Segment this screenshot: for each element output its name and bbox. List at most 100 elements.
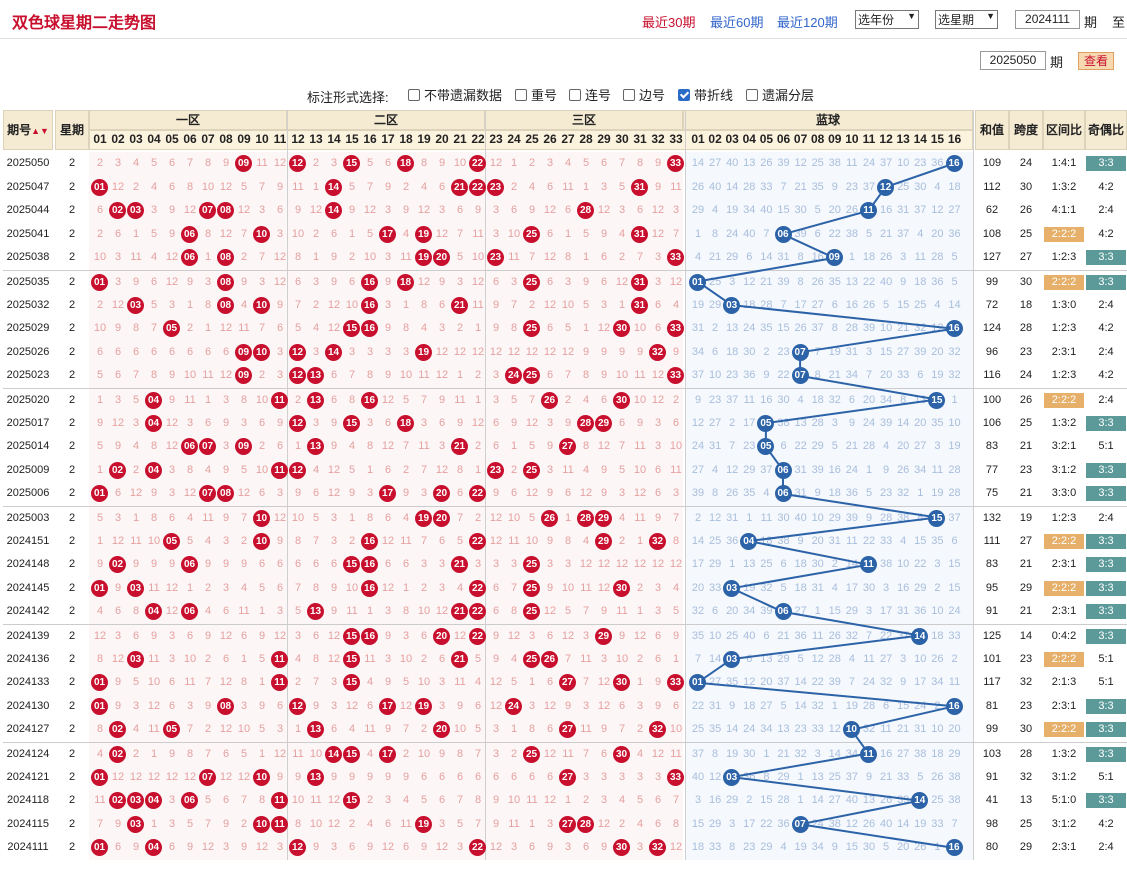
red-ball: 15 — [343, 414, 360, 432]
omission-value: 17 — [743, 817, 756, 830]
red-ball: 16 — [361, 392, 378, 409]
omission-value: 6 — [883, 699, 890, 712]
table-row[interactable]: 2024115 2 7 9 03 1 3 5 7 9 2 10 11 8 10 12 2 4 6 11 19 3 5 7 9 11… — [3, 813, 1127, 836]
omission-value: 4 — [510, 652, 518, 665]
checkbox-icon[interactable] — [746, 89, 758, 101]
red-ball: 02 — [109, 556, 126, 574]
table-row[interactable]: 2025029 2 10 9 8 7 05 2 1 12 11 7 6 5 4 12 15 16 9 8 4 3 2 1 9 8 2… — [3, 317, 1127, 340]
omission-value: 9 — [636, 416, 644, 429]
table-row[interactable]: 2024151 2 1 12 11 10 05 5 4 3 2 10 9 8 7 3 2 16 12 11 7 6 5 22 1… — [3, 530, 1127, 553]
table-row[interactable]: 2025006 2 01 6 12 9 3 12 07 08 12 6 3 9 6 12 9 3 17 9 3 20 6 22… — [3, 482, 1127, 505]
table-row[interactable]: 2025032 2 2 12 03 5 3 1 8 08 4 10 9 7 2 12 10 16 3 1 8 6 21 11 9… — [3, 294, 1127, 317]
red-ball: 21 — [451, 296, 468, 314]
col-issue-header[interactable]: 期号▲▼ — [3, 110, 53, 150]
red-ball: 08 — [217, 485, 234, 503]
checkbox-icon[interactable] — [569, 89, 581, 101]
omission-value: 8 — [294, 251, 302, 264]
table-row[interactable]: 2025017 2 9 12 3 04 12 3 6 9 3 6 9 12 3 9 15 3 6 18 3 6 9 12 6 9 1… — [3, 412, 1127, 435]
omission-value: 10 — [931, 605, 944, 618]
period-label: 期 — [1084, 15, 1098, 30]
zone-ratio-badge: 2:2:2 — [1044, 651, 1084, 667]
omission-value: 6 — [366, 699, 374, 712]
omission-value: 10 — [708, 369, 722, 382]
end-issue-input[interactable]: 2025050 — [980, 51, 1046, 70]
omission-value: 39 — [862, 322, 876, 335]
table-row[interactable]: 2025047 2 01 12 2 4 6 8 10 12 5 7 9 11 1 14 5 7 9 2 4 6 21 22 23… — [3, 176, 1127, 199]
option-edge[interactable]: 边号 — [623, 85, 665, 104]
red-number-header: 02 — [111, 132, 125, 146]
table-row[interactable]: 2025044 2 6 02 03 3 9 12 07 08 12 3 6 9 12 14 9 12 3 9 12 3 6 9… — [3, 199, 1127, 222]
omission-value: 12 — [597, 699, 611, 712]
table-row[interactable]: 2024121 2 01 12 12 12 12 12 07 12 12 10 9 9 13 9 9 9 9 9 6 6 6… — [3, 766, 1127, 789]
table-row[interactable]: 2025003 2 5 3 1 8 6 4 11 9 7 10 12 10 5 3 1 8 6 4 19 20 7 2 12 10… — [3, 506, 1127, 530]
table-row[interactable]: 2024124 2 4 02 2 1 9 8 7 6 5 1 12 11 10 14 15 4 17 2 10 9 8 7 3 2… — [3, 742, 1127, 766]
omission-value: 2 — [420, 581, 428, 594]
table-row[interactable]: 2025023 2 5 6 7 8 9 10 11 12 09 2 3 12 13 6 7 8 9 10 11 12 1 2 3… — [3, 364, 1127, 387]
red-ball: 10 — [253, 510, 270, 527]
omission-value: 3 — [672, 204, 680, 217]
omission-value: 2 — [474, 512, 482, 524]
red-ball: 13 — [307, 603, 324, 621]
table-row[interactable]: 2024148 2 9 02 9 9 9 06 9 9 9 6 6 6 6 6 15 16 6 6 3 3 21 3 3 3 25 3… — [3, 553, 1127, 576]
checkbox-icon[interactable] — [515, 89, 527, 101]
table-row[interactable]: 2025020 2 1 3 5 04 9 11 1 3 8 10 11 2 13 6 8 16 12 5 7 9 11 1 3 5… — [3, 388, 1127, 412]
red-ball: 15 — [343, 320, 360, 338]
option-repeat[interactable]: 重号 — [515, 85, 557, 104]
year-select[interactable]: 选年份 ▼ — [855, 10, 919, 29]
recent-30-link[interactable]: 最近30期 — [642, 12, 695, 31]
omission-value: 7 — [456, 512, 464, 524]
table-row[interactable]: 2025038 2 10 3 11 4 12 06 1 08 2 7 12 8 1 9 2 10 3 11 19 20 5 1… — [3, 246, 1127, 269]
table-row[interactable]: 2024145 2 01 9 03 11 12 1 2 3 4 5 6 7 8 9 10 16 12 1 2 3 4 22 6 7… — [3, 577, 1127, 600]
checkbox-icon[interactable] — [623, 89, 635, 101]
table-row[interactable]: 2024142 2 4 6 8 04 12 06 4 6 11 1 3 5 13 9 11 1 3 8 10 12 21 22… — [3, 600, 1127, 623]
omission-value: 12 — [327, 463, 341, 476]
omission-value: 11 — [616, 605, 628, 618]
recent-120-link[interactable]: 最近120期 — [777, 12, 838, 31]
table-row[interactable]: 2025035 2 01 3 9 6 12 9 3 08 9 3 12 6 3 9 6 16 9 18 12 9 3 12 6 3… — [3, 270, 1127, 294]
table-row[interactable]: 2025009 2 1 02 2 04 3 8 4 9 5 10 11 12 4 12 5 1 6 2 7 12 8 1 23 2… — [3, 459, 1127, 482]
option-layered[interactable]: 遗漏分层 — [746, 85, 814, 104]
omission-value: 25 — [726, 630, 739, 642]
omission-value: 3 — [330, 157, 338, 169]
option-consecutive[interactable]: 连号 — [569, 85, 611, 104]
checkbox-icon[interactable] — [408, 89, 420, 101]
omission-value: 3 — [366, 416, 374, 429]
table-row[interactable]: 2025026 2 6 6 6 6 6 6 6 6 09 10 3 12 3 14 3 3 3 3 19 12 12 12 12… — [3, 341, 1127, 364]
table-row[interactable]: 2025050 2 2 3 4 5 6 7 8 9 09 11 12 12 2 3 15 5 6 18 8 9 10 22 12… — [3, 152, 1127, 175]
omission-value: 18 — [811, 394, 824, 406]
omission-value: 6 — [917, 369, 924, 382]
omission-value: 14 — [897, 416, 910, 429]
omission-value: 37 — [914, 204, 927, 217]
omission-value: 6 — [420, 770, 428, 783]
omission-value: 5 — [258, 581, 266, 594]
blue-number-header: 01 — [691, 132, 705, 146]
option-trend-line[interactable]: 带折线 — [678, 85, 733, 104]
omission-value: 16 — [879, 204, 893, 217]
table-row[interactable]: 2024118 2 11 02 03 04 3 06 5 6 7 8 11 10 11 12 15 2 3 4 5 6 7 8… — [3, 789, 1127, 812]
table-row[interactable]: 2025014 2 5 9 4 8 12 06 07 3 09 2 6 1 13 9 4 8 12 7 11 3 21 2 6 1… — [3, 435, 1127, 458]
omission-value: 30 — [811, 558, 824, 571]
omission-value: 12 — [651, 204, 665, 217]
odd-even-value: 4:2 — [1098, 227, 1114, 240]
checkbox-checked-icon[interactable] — [678, 89, 690, 101]
omission-value: 37 — [862, 180, 876, 193]
table-row[interactable]: 2024139 2 12 3 6 9 3 6 9 12 6 9 12 3 6 12 15 16 9 3 6 20 12 22 9… — [3, 624, 1127, 648]
table-row[interactable]: 2025041 2 2 6 1 5 9 06 8 12 7 10 3 10 2 6 1 5 17 4 19 12 7 11 3 1… — [3, 223, 1127, 246]
table-row[interactable]: 2024111 2 01 6 9 04 6 9 12 3 9 12 3 12 9 3 6 9 12 6 9 12 3 22 12… — [3, 836, 1127, 859]
option-no-omission[interactable]: 不带遗漏数据 — [408, 85, 502, 104]
omission-value: 8 — [366, 440, 374, 453]
week-select[interactable]: 选星期 ▼ — [935, 10, 998, 29]
omission-value: 4 — [132, 157, 140, 169]
table-row[interactable]: 2024136 2 8 12 03 11 3 10 2 6 1 5 11 4 8 12 15 11 3 10 2 6 21 5… — [3, 648, 1127, 671]
start-issue-input[interactable]: 2024111 — [1015, 10, 1080, 29]
sum-value: 77 — [985, 463, 999, 476]
recent-60-link[interactable]: 最近60期 — [710, 12, 763, 31]
omission-value: 2 — [402, 463, 410, 476]
week-day: 2 — [68, 699, 76, 712]
omission-value: 16 — [811, 251, 824, 264]
table-row[interactable]: 2024127 2 8 02 4 11 05 7 2 12 10 5 3 1 13 6 4 11 9 7 2 20 10 5 3… — [3, 718, 1127, 741]
issue-number: 2024127 — [6, 723, 50, 736]
query-button[interactable]: 查看 — [1078, 52, 1114, 70]
table-row[interactable]: 2024133 2 01 9 5 10 6 11 7 12 8 1 11 2 7 3 15 4 9 5 10 3 11 4 12… — [3, 671, 1127, 694]
table-row[interactable]: 2024130 2 01 9 3 12 6 3 9 08 3 9 6 12 9 3 12 6 17 12 19 3 9 6 12… — [3, 695, 1127, 718]
